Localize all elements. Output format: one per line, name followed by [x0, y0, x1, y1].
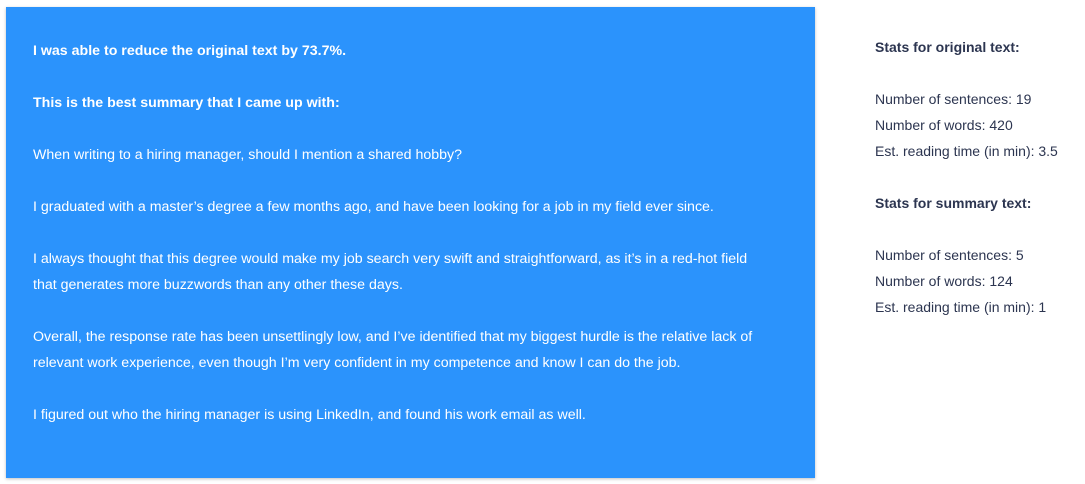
page: I was able to reduce the original text b…: [0, 0, 1085, 484]
summary-paragraph-5: I figured out who the hiring manager is …: [33, 402, 788, 428]
original-words-count: Number of words: 420: [875, 117, 1013, 133]
summary-paragraph-1: When writing to a hiring manager, should…: [33, 142, 788, 168]
stats-panel: Stats for original text: Number of sente…: [875, 34, 1080, 320]
summary-line: I graduated with a master’s degree a few…: [33, 199, 714, 215]
original-sentences-count: Number of sentences: 19: [875, 91, 1032, 107]
summary-panel: I was able to reduce the original text b…: [6, 7, 815, 478]
best-summary-headline: This is the best summary that I came up …: [33, 95, 340, 111]
original-reading-time: Est. reading time (in min): 3.5: [875, 143, 1058, 159]
summary-line: I figured out who the hiring manager is …: [33, 407, 586, 423]
reduction-headline: I was able to reduce the original text b…: [33, 43, 347, 59]
original-stats-heading: Stats for original text:: [875, 39, 1020, 55]
summary-paragraph-3: I always thought that this degree would …: [33, 246, 788, 298]
summary-stats-heading: Stats for summary text:: [875, 195, 1032, 211]
summary-reading-time: Est. reading time (in min): 1: [875, 299, 1047, 315]
summary-line: that generates more buzzwords than any o…: [33, 277, 403, 293]
summary-paragraph-4: Overall, the response rate has been unse…: [33, 324, 788, 376]
summary-line: I always thought that this degree would …: [33, 251, 748, 267]
summary-line: Overall, the response rate has been unse…: [33, 329, 753, 345]
summary-paragraph-2: I graduated with a master’s degree a few…: [33, 194, 788, 220]
summary-words-count: Number of words: 124: [875, 273, 1013, 289]
summary-sentences-count: Number of sentences: 5: [875, 247, 1024, 263]
summary-line: relevant work experience, even though I’…: [33, 355, 681, 371]
summary-line: When writing to a hiring manager, should…: [33, 147, 463, 163]
